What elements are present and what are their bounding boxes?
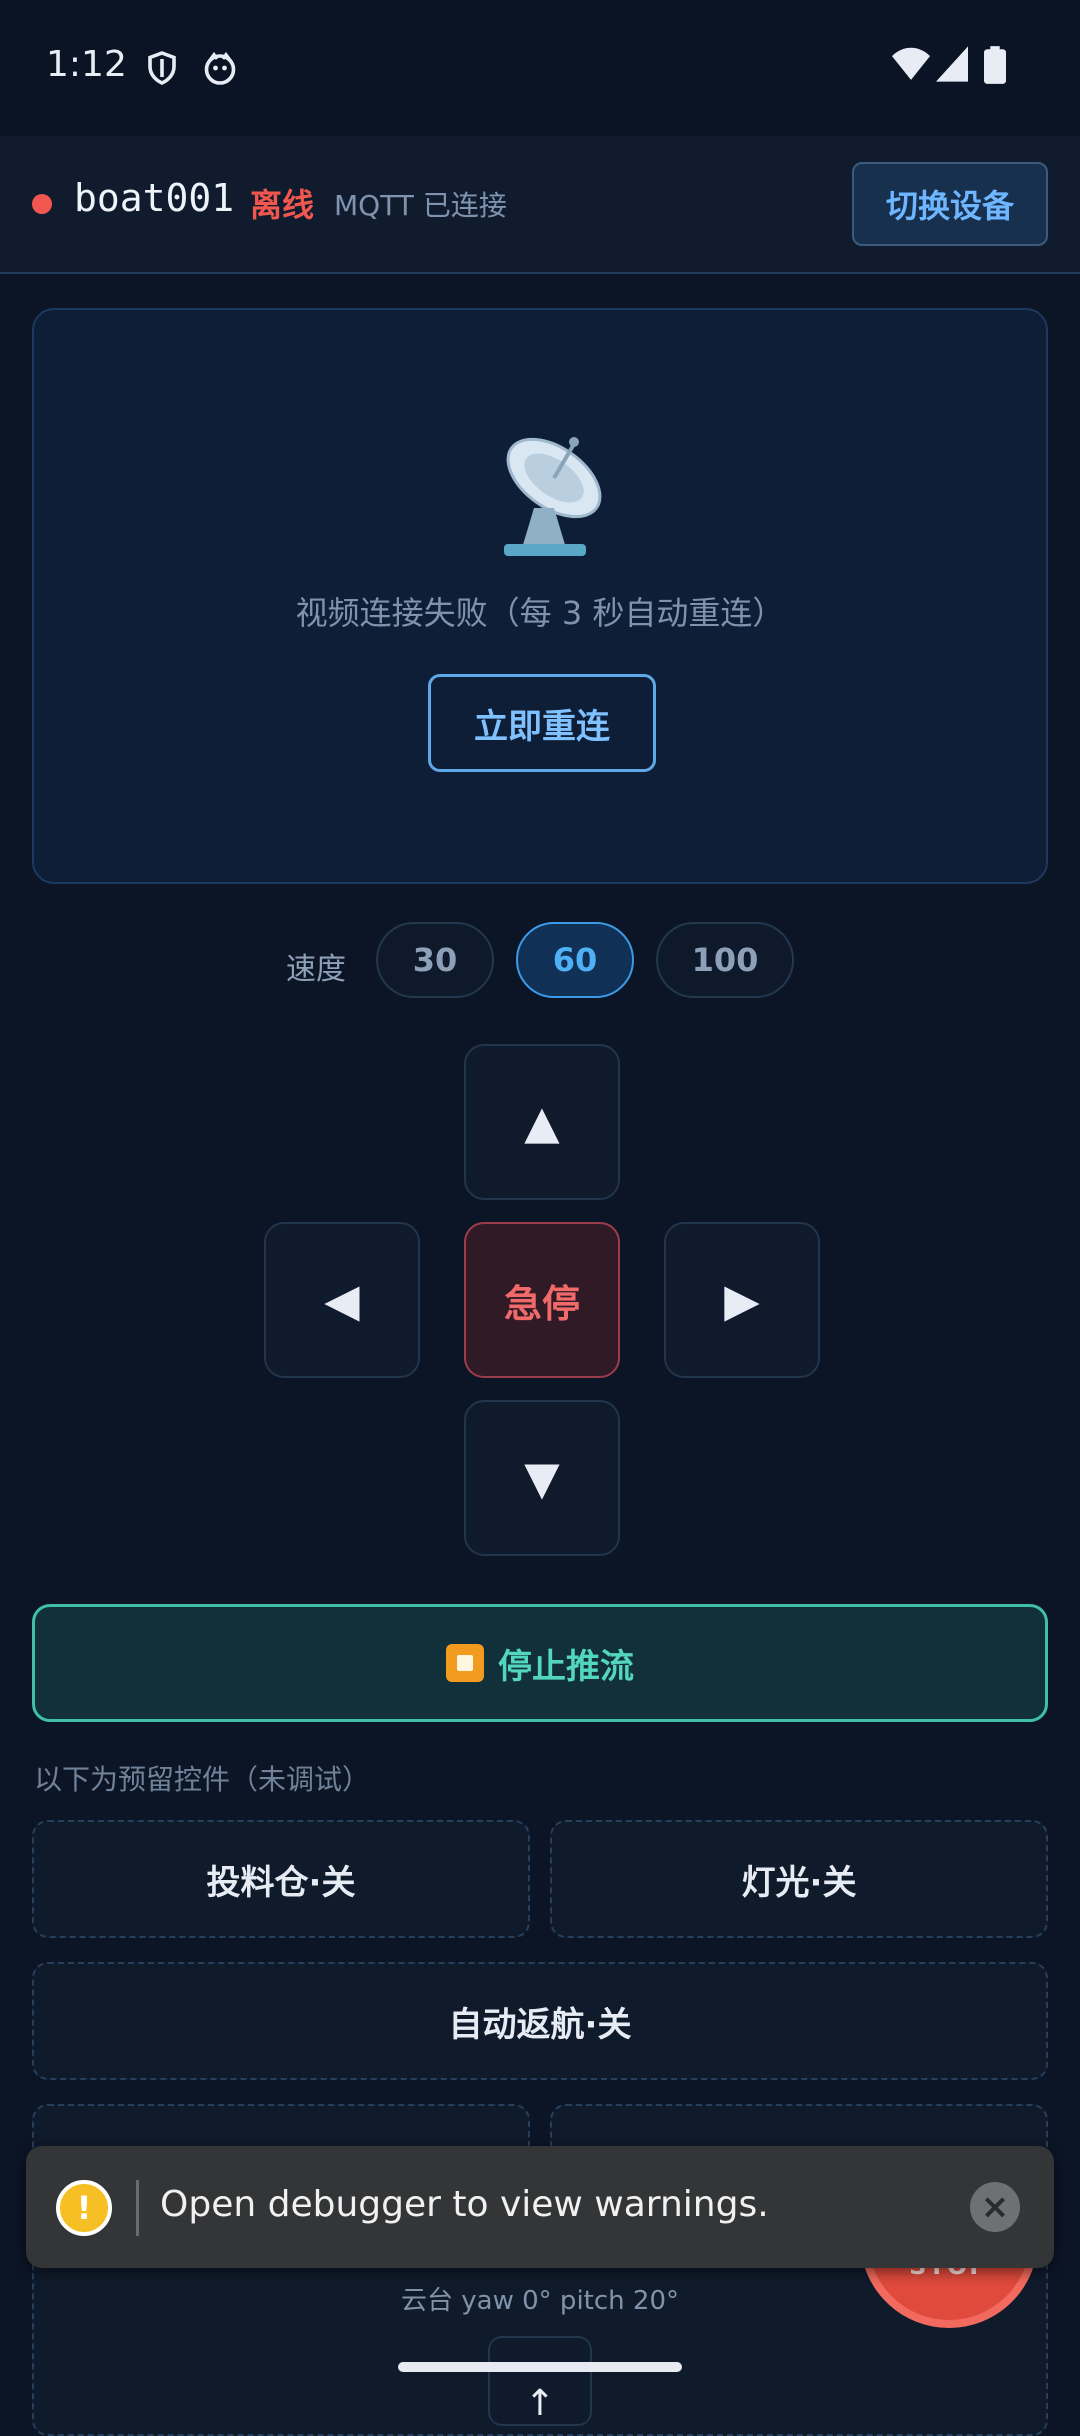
light-toggle[interactable]: 灯光·关 (550, 1820, 1048, 1938)
debug-cat-icon (204, 51, 236, 85)
stop-square-icon (446, 1644, 484, 1682)
device-status: 离线 (250, 186, 315, 224)
stop-stream-label: 停止推流 (498, 1646, 634, 1687)
mqtt-status: MQTT 已连接 (334, 189, 507, 222)
speed-option-60[interactable]: 60 (516, 922, 634, 998)
satellite-dish-icon (504, 437, 602, 556)
switch-device-button[interactable]: 切换设备 (852, 162, 1048, 246)
warning-icon: ! (56, 2180, 112, 2236)
left-button[interactable]: ◀ (264, 1222, 420, 1378)
device-header: boat001 离线 MQTT 已连接 切换设备 (0, 136, 1080, 274)
stop-stream-button[interactable]: 停止推流 (32, 1604, 1048, 1722)
wifi-icon (892, 47, 930, 80)
gimbal-up-button[interactable]: ↑ (488, 2336, 592, 2426)
shield-icon (148, 51, 176, 85)
backward-button[interactable]: ▼ (464, 1400, 620, 1556)
auto-return-toggle[interactable]: 自动返航·关 (32, 1962, 1048, 2080)
toast-message: Open debugger to view warnings. (160, 2184, 769, 2225)
device-name: boat001 (74, 176, 235, 220)
video-panel: 视频连接失败（每 3 秒自动重连） 立即重连 (32, 308, 1048, 884)
reserved-controls-label: 以下为预留控件（未调试） (34, 1763, 371, 1796)
video-error-message: 视频连接失败（每 3 秒自动重连） (295, 594, 785, 632)
home-indicator[interactable] (398, 2362, 682, 2372)
speed-label: 速度 (286, 952, 346, 987)
battery-icon (984, 46, 1006, 84)
right-button[interactable]: ▶ (664, 1222, 820, 1378)
toast-divider (136, 2180, 139, 2236)
hopper-toggle[interactable]: 投料仓·关 (32, 1820, 530, 1938)
speed-option-100[interactable]: 100 (656, 922, 794, 998)
signal-icon (936, 46, 968, 82)
forward-button[interactable]: ▲ (464, 1044, 620, 1200)
status-time: 1:12 (46, 44, 127, 85)
warning-toast[interactable]: ! Open debugger to view warnings. × (26, 2146, 1054, 2268)
status-bar: 1:12 (0, 0, 1080, 136)
speed-option-30[interactable]: 30 (376, 922, 494, 998)
status-dot (32, 194, 52, 214)
close-icon[interactable]: × (970, 2182, 1020, 2232)
reconnect-button[interactable]: 立即重连 (428, 674, 656, 772)
emergency-stop-button[interactable]: 急停 (464, 1222, 620, 1378)
